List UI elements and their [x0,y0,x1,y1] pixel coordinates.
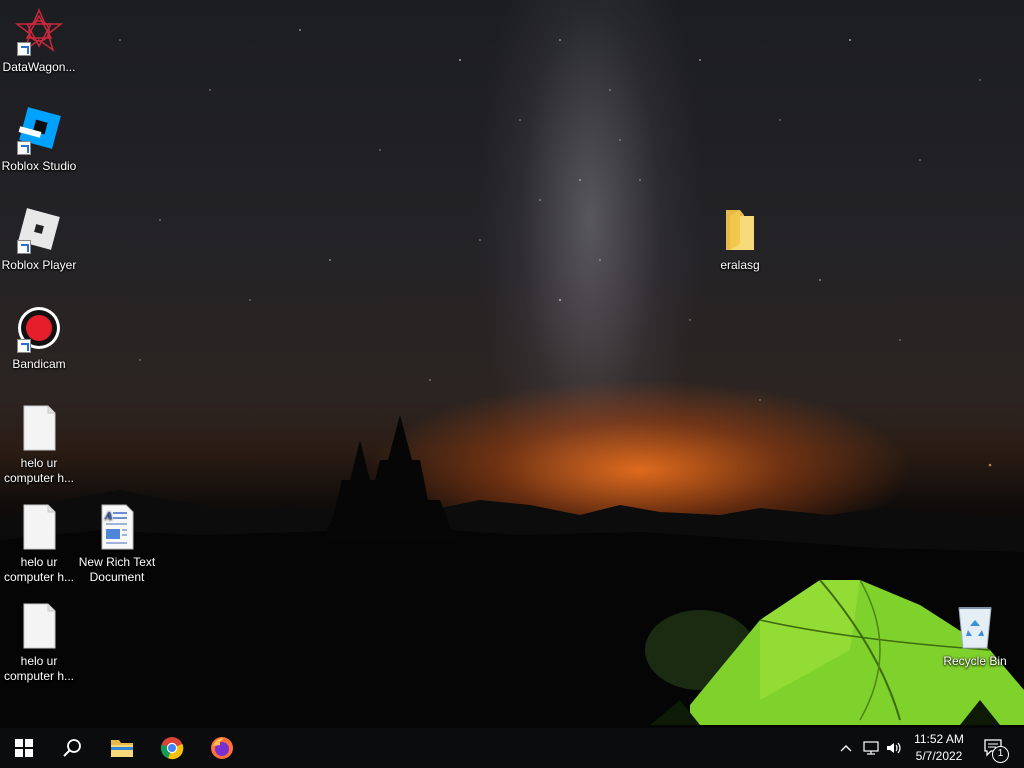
shortcut-arrow-icon [17,240,31,254]
windows-logo-icon [15,739,33,757]
volume-button[interactable] [884,728,906,768]
roblox-player-icon [15,206,63,254]
desktop-icon-roblox-player[interactable]: Roblox Player [0,206,78,273]
desktop-icon-folder-eralasg[interactable]: eralasg [701,206,779,273]
desktop-icon-roblox-studio[interactable]: Roblox Studio [0,107,78,174]
icon-label: helo ur computer h... [3,456,75,485]
rich-text-document-icon: A [93,503,141,551]
clock-time: 11:52 AM [914,732,964,746]
desktop-icon-bandicam[interactable]: Bandicam [0,305,78,372]
icon-label: Recycle Bin [943,654,1007,668]
clock-date: 5/7/2022 [915,749,963,763]
desktop-icon-text-file-3[interactable]: helo ur computer h... [0,602,78,684]
firefox-icon [211,737,233,759]
shortcut-arrow-icon [17,339,31,353]
file-explorer-button[interactable] [98,728,146,768]
text-file-icon [15,404,63,452]
datawagon-icon [14,8,64,56]
text-file-icon [15,602,63,650]
firefox-button[interactable] [198,728,246,768]
taskbar: 11:52 AM 5/7/2022 1 [0,728,1024,768]
chevron-up-icon [840,745,852,752]
wallpaper [0,29,1024,728]
svg-text:A: A [104,510,112,522]
file-explorer-icon [111,740,133,757]
shortcut-arrow-icon [17,42,31,56]
chrome-button[interactable] [148,728,196,768]
network-button[interactable] [860,728,882,768]
icon-label: DataWagon... [2,60,76,74]
folder-icon [716,206,764,254]
recycle-bin-icon [951,602,999,650]
roblox-studio-icon [15,107,63,155]
icon-label: Bandicam [12,357,66,371]
text-file-icon [15,503,63,551]
icon-label: Roblox Player [1,258,77,272]
desktop-icon-rich-text-document[interactable]: A New Rich Text Document [78,503,156,585]
icon-label: helo ur computer h... [3,555,75,584]
action-center-button[interactable]: 1 [980,728,1009,768]
search-button[interactable] [48,728,96,768]
show-hidden-icons-button[interactable] [836,728,856,768]
shortcut-arrow-icon [17,141,31,155]
icon-label: eralasg [720,258,760,272]
icon-label: New Rich Text Document [78,555,156,584]
chrome-icon [160,737,184,760]
desktop[interactable]: DataWagon... Roblox Studio Roblox Player [0,0,1024,728]
clock[interactable]: 11:52 AM 5/7/2022 [908,731,970,765]
start-button[interactable] [0,728,48,768]
icon-label: helo ur computer h... [3,654,75,683]
desktop-icon-datawagon[interactable]: DataWagon... [0,8,78,75]
search-icon [63,739,81,757]
desktop-icon-text-file-1[interactable]: helo ur computer h... [0,404,78,486]
desktop-icon-text-file-2[interactable]: helo ur computer h... [0,503,78,585]
notification-count-badge: 1 [992,746,1009,763]
network-icon [863,741,879,755]
desktop-icon-recycle-bin[interactable]: Recycle Bin [936,602,1014,669]
icon-label: Roblox Studio [1,159,77,173]
bandicam-icon [15,305,63,353]
volume-icon [887,742,901,754]
